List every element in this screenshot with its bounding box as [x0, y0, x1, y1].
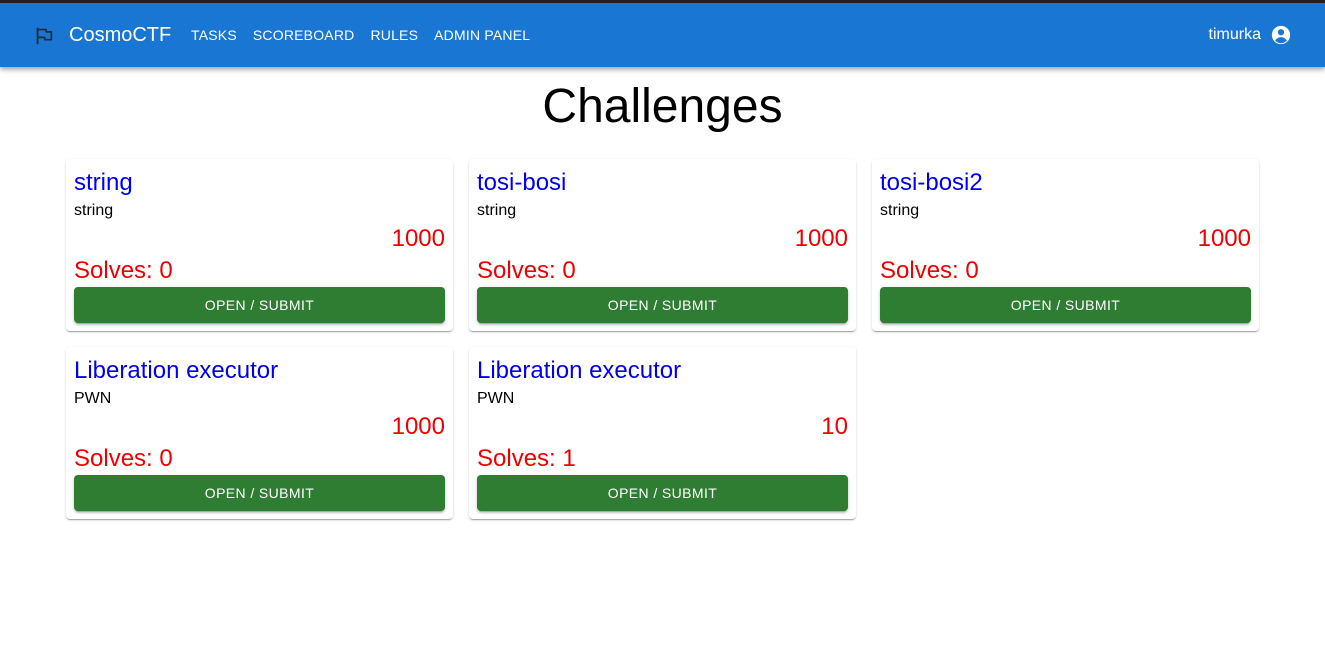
challenge-card: tosi-bosi2 string 1000 Solves: 0 OPEN / …: [872, 159, 1259, 331]
challenge-title[interactable]: tosi-bosi: [477, 169, 566, 197]
open-submit-button[interactable]: OPEN / SUBMIT: [477, 475, 848, 511]
challenge-solves: Solves: 0: [74, 445, 173, 472]
nav-rules[interactable]: RULES: [362, 19, 426, 51]
challenge-card: Liberation executor PWN 1000 Solves: 0 O…: [66, 347, 453, 519]
challenge-points: 1000: [794, 225, 848, 252]
challenge-points: 1000: [1197, 225, 1251, 252]
challenge-category: string: [74, 202, 114, 219]
page-title: Challenges: [542, 80, 783, 133]
user-menu[interactable]: timurka: [1209, 23, 1292, 47]
open-submit-button[interactable]: OPEN / SUBMIT: [74, 475, 445, 511]
nav-scoreboard[interactable]: SCOREBOARD: [245, 19, 363, 51]
challenge-category: PWN: [74, 390, 112, 407]
challenge-points: 1000: [391, 225, 445, 252]
brand-link[interactable]: CosmoCTF: [69, 23, 171, 47]
flag-icon[interactable]: [33, 25, 55, 47]
challenge-title[interactable]: tosi-bosi2: [880, 169, 983, 197]
challenge-points: 10: [821, 413, 848, 440]
open-submit-button[interactable]: OPEN / SUBMIT: [74, 287, 445, 323]
challenge-solves: Solves: 0: [74, 257, 173, 284]
challenge-card: tosi-bosi string 1000 Solves: 0 OPEN / S…: [469, 159, 856, 331]
challenge-category: PWN: [477, 390, 515, 407]
nav-admin-panel[interactable]: ADMIN PANEL: [426, 19, 538, 51]
open-submit-button[interactable]: OPEN / SUBMIT: [477, 287, 848, 323]
account-circle-icon[interactable]: [1270, 24, 1292, 46]
challenge-solves: Solves: 0: [880, 257, 979, 284]
main-nav: TASKS SCOREBOARD RULES ADMIN PANEL: [183, 19, 538, 51]
app-bar: CosmoCTF TASKS SCOREBOARD RULES ADMIN PA…: [0, 3, 1325, 67]
challenge-category: string: [477, 202, 517, 219]
challenges-grid: string string 1000 Solves: 0 OPEN / SUBM…: [66, 159, 1259, 519]
challenge-points: 1000: [391, 413, 445, 440]
challenge-solves: Solves: 0: [477, 257, 576, 284]
challenge-title[interactable]: Liberation executor: [477, 357, 681, 385]
challenge-title[interactable]: Liberation executor: [74, 357, 278, 385]
challenge-category: string: [880, 202, 920, 219]
challenge-title[interactable]: string: [74, 169, 133, 197]
username[interactable]: timurka: [1209, 23, 1261, 47]
challenge-solves: Solves: 1: [477, 445, 576, 472]
challenge-card: string string 1000 Solves: 0 OPEN / SUBM…: [66, 159, 453, 331]
nav-tasks[interactable]: TASKS: [183, 19, 245, 51]
challenge-card: Liberation executor PWN 10 Solves: 1 OPE…: [469, 347, 856, 519]
open-submit-button[interactable]: OPEN / SUBMIT: [880, 287, 1251, 323]
